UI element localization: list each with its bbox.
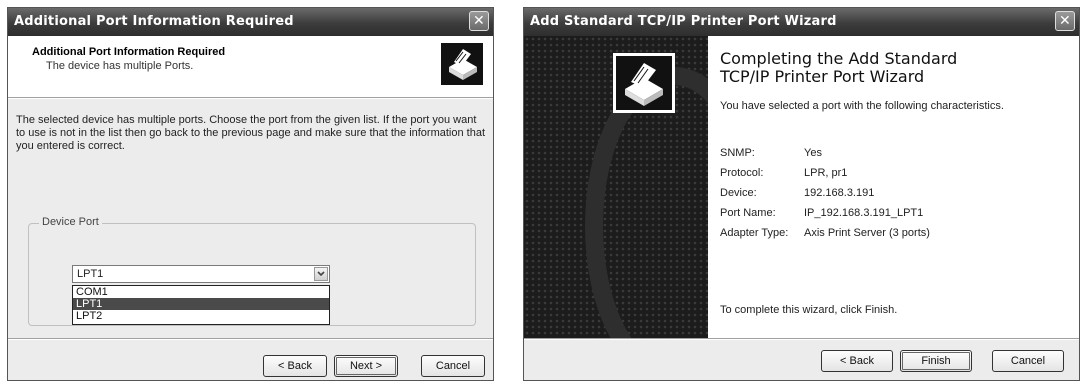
finish-button[interactable]: Finish — [900, 350, 972, 372]
detail-label: Device: — [720, 187, 757, 199]
detail-value: Yes — [804, 147, 822, 159]
close-button[interactable]: ✕ — [469, 11, 489, 31]
printer-icon — [441, 43, 483, 85]
wizard-side-panel — [524, 36, 708, 338]
detail-label: Protocol: — [720, 167, 764, 179]
port-details: SNMP: Yes Protocol: LPR, pr1 Device: 192.168.… — [720, 143, 930, 243]
wizard-heading: Completing the Add Standard TCP/IP Print… — [720, 50, 957, 86]
detail-value: IP_192.168.3.191_LPT1 — [804, 207, 924, 219]
detail-label: Port Name: — [720, 207, 776, 219]
group-label: Device Port — [39, 216, 102, 228]
dropdown-option-lpt2[interactable]: LPT2 — [73, 310, 329, 322]
header-title: Additional Port Information Required — [32, 46, 226, 58]
heading-line-1: Completing the Add Standard — [720, 49, 958, 68]
wizard-header: Additional Port Information Required The… — [8, 36, 493, 97]
dialog-title: Additional Port Information Required — [14, 14, 294, 29]
back-button[interactable]: < Back — [821, 350, 893, 372]
wizard-content: Completing the Add Standard TCP/IP Print… — [708, 36, 1079, 338]
dialog-title-bar[interactable]: Additional Port Information Required ✕ — [8, 8, 493, 36]
dropdown-option-com1[interactable]: COM1 — [73, 286, 329, 298]
intro-text: You have selected a port with the follow… — [720, 100, 1004, 112]
detail-row: Adapter Type: Axis Print Server (3 ports) — [720, 223, 930, 243]
detail-label: SNMP: — [720, 147, 755, 159]
tcpip-port-wizard-dialog: Add Standard TCP/IP Printer Port Wizard … — [523, 7, 1080, 381]
detail-row: SNMP: Yes — [720, 143, 930, 163]
detail-row: Device: 192.168.3.191 — [720, 183, 930, 203]
next-button[interactable]: Next > — [334, 355, 398, 377]
wizard-title: Add Standard TCP/IP Printer Port Wizard — [530, 14, 837, 29]
cancel-button[interactable]: Cancel — [992, 350, 1064, 372]
port-dropdown-list[interactable]: COM1 LPT1 LPT2 — [72, 285, 330, 325]
chevron-down-icon[interactable] — [314, 267, 328, 281]
detail-value: 192.168.3.191 — [804, 187, 875, 199]
header-subtitle: The device has multiple Ports. — [46, 60, 194, 72]
wizard-title-bar[interactable]: Add Standard TCP/IP Printer Port Wizard … — [524, 8, 1079, 36]
cancel-button[interactable]: Cancel — [421, 355, 485, 377]
port-combobox[interactable]: LPT1 — [72, 265, 330, 283]
close-button[interactable]: ✕ — [1055, 11, 1075, 31]
description-text: The selected device has multiple ports. … — [16, 114, 486, 152]
combobox-value: LPT1 — [77, 268, 104, 280]
detail-row: Port Name: IP_192.168.3.191_LPT1 — [720, 203, 930, 223]
back-button[interactable]: < Back — [263, 355, 327, 377]
finish-instruction: To complete this wizard, click Finish. — [720, 304, 898, 316]
additional-port-dialog: Additional Port Information Required ✕ A… — [7, 7, 494, 381]
dropdown-option-lpt1[interactable]: LPT1 — [73, 298, 329, 310]
printer-icon — [613, 53, 675, 113]
detail-value: Axis Print Server (3 ports) — [804, 227, 930, 239]
detail-row: Protocol: LPR, pr1 — [720, 163, 930, 183]
heading-line-2: TCP/IP Printer Port Wizard — [720, 67, 925, 86]
detail-value: LPR, pr1 — [804, 167, 848, 179]
detail-label: Adapter Type: — [720, 227, 789, 239]
